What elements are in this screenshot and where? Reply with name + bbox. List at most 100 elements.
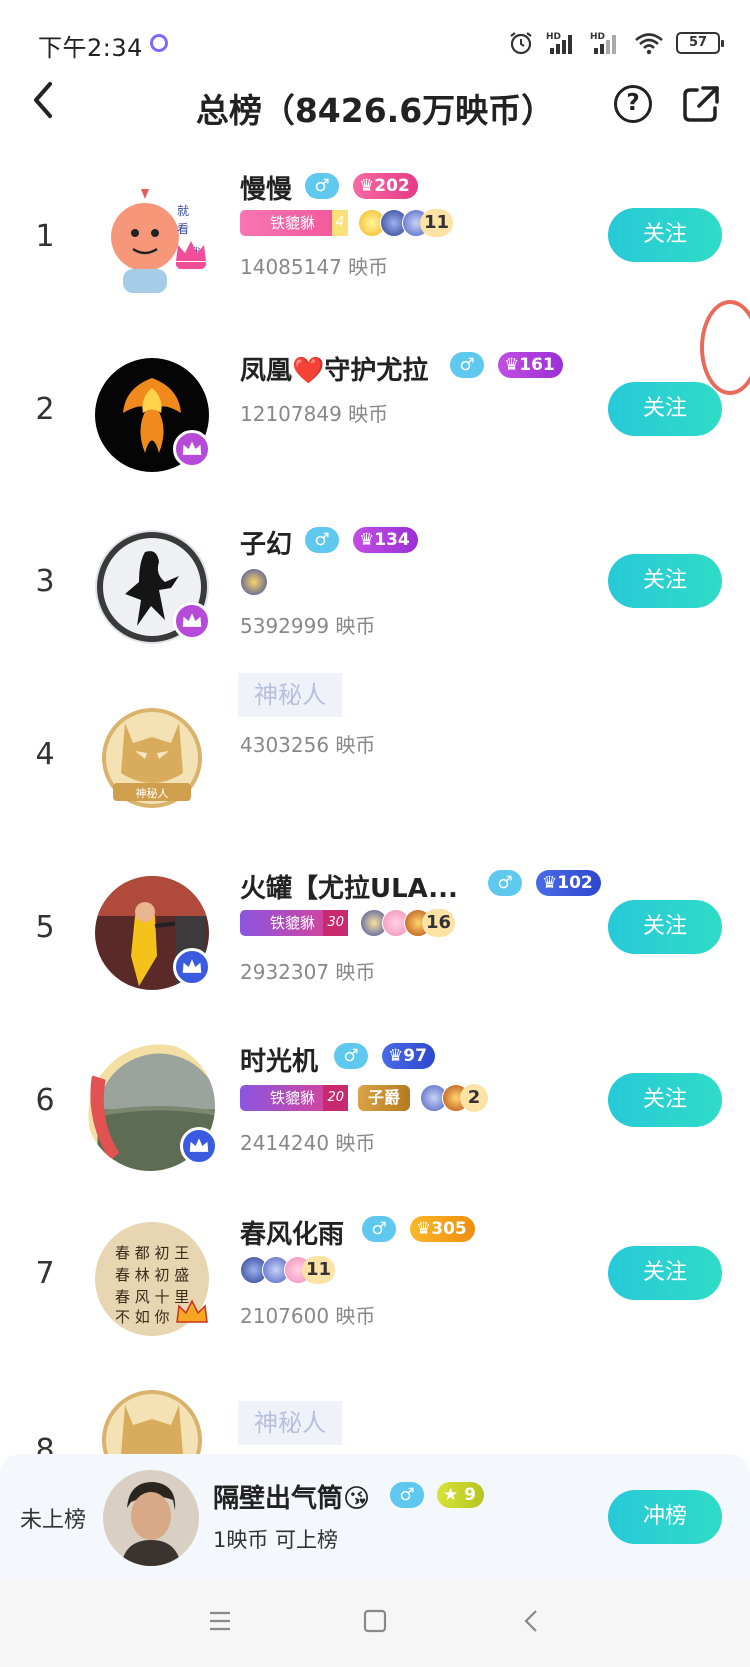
- fan-club-tag: 铁貔貅 4: [240, 210, 348, 236]
- level-value: 202: [374, 176, 410, 196]
- rank-row-7[interactable]: 7 春 都 初 王 春 林 初 盛 春 风 十 里 不 如 你 春风化雨 ♂ ♛…: [0, 1192, 750, 1352]
- coin-amount: 14085147 映币: [240, 255, 389, 279]
- signal-hd2-icon: HD: [590, 32, 616, 54]
- male-icon: ♂: [362, 1216, 396, 1242]
- follow-button[interactable]: 关注: [608, 900, 722, 954]
- rank-row-4: 4 神秘人 神秘人 4303256 映币: [0, 673, 750, 833]
- svg-text:春 都 初 王: 春 都 初 王: [115, 1244, 189, 1262]
- fan-tag-name: 铁貔貅: [270, 214, 316, 232]
- alarm-icon: [510, 32, 532, 55]
- user-name: 火罐【尤拉ULA...: [240, 874, 458, 904]
- my-avatar[interactable]: [103, 1470, 199, 1566]
- my-user-name: 隔壁出气筒😘: [213, 1484, 371, 1514]
- title-tag: 子爵: [358, 1085, 411, 1111]
- rank-number: 3: [35, 564, 55, 599]
- level-badge: ♛102: [536, 870, 601, 896]
- badge-count: 16: [422, 909, 456, 937]
- coin-amount: 2107600 映币: [240, 1304, 376, 1328]
- user-name: 神秘人: [238, 673, 342, 717]
- male-icon: ♂: [450, 352, 484, 378]
- level-badge: ♛161: [498, 352, 563, 378]
- follow-button[interactable]: 关注: [608, 1073, 722, 1127]
- follow-button[interactable]: 关注: [608, 554, 722, 608]
- coin-amount: 2414240 映币: [240, 1131, 376, 1155]
- level-badge: ♛134: [353, 527, 418, 553]
- fan-tag-level: 30: [323, 910, 348, 936]
- fan-tag-level: 4: [331, 210, 348, 236]
- level-value: 102: [557, 873, 593, 893]
- level-value: 134: [374, 530, 410, 550]
- rank-number: 8: [35, 1433, 55, 1455]
- my-rank-bar: 未上榜 隔壁出气筒😘 ♂ ★ 9 1映币 可上榜 冲榜: [0, 1454, 750, 1579]
- svg-text:HD: HD: [546, 32, 561, 42]
- coin-amount: 5392999 映币: [240, 614, 376, 638]
- male-icon: ♂: [334, 1043, 368, 1069]
- rank-row-6[interactable]: 6 时光机 ♂ ♛97 铁貔貅 20 子爵 2 2414240 映币 关注: [0, 1019, 750, 1179]
- wifi-icon: [635, 33, 663, 55]
- male-icon: ♂: [488, 870, 522, 896]
- crown-icon: ♛: [542, 873, 558, 893]
- male-icon: ♂: [305, 173, 339, 199]
- user-name: 凤凰❤️守护尤拉: [240, 356, 429, 386]
- level-badge: ♛97: [382, 1043, 435, 1069]
- svg-text:不 如 你: 不 如 你: [115, 1308, 170, 1326]
- status-time: 下午2:34: [38, 34, 143, 62]
- app-notification-icon: [150, 34, 168, 52]
- rank-row-5[interactable]: 5 火罐【尤拉ULA... ♂ ♛102 铁貔貅 30 16 2932307 映…: [0, 846, 750, 1006]
- crown-icon: ♛: [416, 1219, 432, 1239]
- signal-hd1-icon: HD: [546, 32, 572, 54]
- system-nav-bar: [0, 1579, 750, 1667]
- follow-button[interactable]: 关注: [608, 1246, 722, 1300]
- level-value: 305: [431, 1219, 467, 1239]
- svg-text:春 林 初 盛: 春 林 初 盛: [115, 1266, 189, 1284]
- crown-icon: [180, 1127, 218, 1165]
- mystery-avatar: 神秘人: [95, 703, 209, 817]
- fan-tag-name: 铁貔貅: [270, 1089, 316, 1107]
- user-name: 春风化雨: [240, 1220, 345, 1250]
- crown-icon: [173, 602, 211, 640]
- fan-club-tag: 铁貔貅 30: [240, 910, 348, 936]
- badge-count: 11: [420, 209, 454, 237]
- boost-rank-button[interactable]: 冲榜: [608, 1490, 722, 1544]
- user-name: 慢慢: [240, 175, 293, 205]
- rank-row-3[interactable]: 3 子幻 ♂ ♛134 5392999 映币 关注: [0, 500, 750, 660]
- rank-row-2[interactable]: 2 凤凰❤️守护尤拉 ♂ ♛161 12107849 映币 关注: [0, 328, 750, 488]
- fan-tag-level: 20: [323, 1085, 348, 1111]
- level-badge: ★ 9: [437, 1482, 485, 1508]
- coin-amount: 2932307 映币: [240, 960, 376, 984]
- rank-row-8: 8 神秘人: [0, 1365, 750, 1455]
- crown-icon: ♛: [504, 355, 520, 375]
- star-icon: ★: [443, 1485, 465, 1505]
- follow-button[interactable]: 关注: [608, 208, 722, 262]
- level-value: 9: [464, 1485, 477, 1505]
- level-value: 97: [403, 1046, 427, 1066]
- nav-back-icon[interactable]: [520, 1609, 544, 1633]
- share-button[interactable]: [681, 84, 721, 124]
- svg-text:HD: HD: [590, 32, 605, 42]
- medal-badge-icon: [240, 568, 268, 596]
- mystery-avatar: [95, 1385, 209, 1455]
- rank-number: 4: [35, 737, 55, 772]
- not-ranked-label: 未上榜: [20, 1508, 87, 1533]
- rank-number: 6: [35, 1083, 55, 1118]
- menu-icon[interactable]: [208, 1609, 232, 1633]
- rank-number: 7: [35, 1256, 55, 1291]
- svg-text:看: 看: [177, 222, 189, 236]
- rank-number: 2: [35, 392, 55, 427]
- rank-row-1[interactable]: 1 就 看 我 慢慢 ♂ ♛202 铁貔貅 4 11 14085147 映币 关…: [0, 155, 750, 315]
- status-bar: 下午2:34 HD HD 57: [0, 0, 750, 90]
- crown-icon: [173, 430, 211, 468]
- help-button[interactable]: ?: [614, 85, 652, 123]
- crown-icon: ♛: [359, 176, 375, 196]
- mystery-avatar-label: 神秘人: [136, 786, 169, 800]
- crown-icon: [176, 1299, 208, 1323]
- badge-count: 2: [460, 1084, 488, 1112]
- badge-count: 11: [302, 1256, 336, 1284]
- rank-number: 5: [35, 910, 55, 945]
- crown-icon: ♛: [388, 1046, 404, 1066]
- rank-number: 1: [35, 219, 55, 254]
- user-name: 神秘人: [238, 1401, 342, 1445]
- home-icon[interactable]: [363, 1609, 387, 1633]
- male-icon: ♂: [390, 1482, 424, 1508]
- follow-button[interactable]: 关注: [608, 382, 722, 436]
